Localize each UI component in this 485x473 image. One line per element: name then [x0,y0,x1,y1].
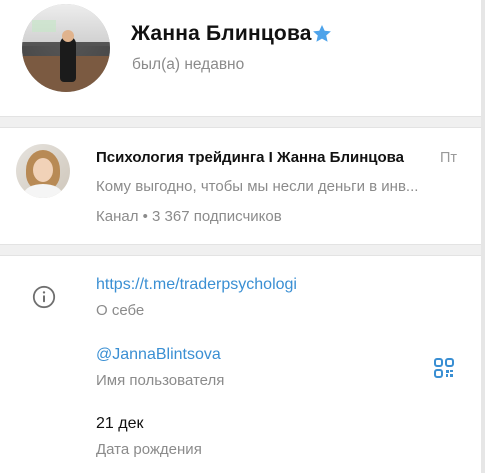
channel-last-post-day: Пт [440,150,458,166]
profile-header: Жанна Блинцова был(а) недавно [0,0,481,116]
scrollbar-track[interactable] [481,0,485,473]
bio-link[interactable]: https://t.me/traderpsychologi [96,276,297,294]
birthday-label: Дата рождения [96,441,202,458]
profile-avatar[interactable] [22,4,110,92]
last-seen-status: был(а) недавно [132,56,245,73]
channel-avatar[interactable] [16,144,70,198]
birthday-value: 21 дек [96,415,144,432]
info-icon [32,285,56,309]
section-divider [0,244,481,256]
verified-star-icon [313,25,331,42]
channel-subscribers: Канал • 3 367 подписчиков [96,208,282,225]
username-link[interactable]: @JannaBlintsova [96,346,221,364]
bio-label: О себе [96,302,145,319]
channel-title: Психология трейдинга I Жанна Блинцова [96,149,405,166]
personal-channel-card[interactable]: Психология трейдинга I Жанна Блинцова Пт… [0,128,481,244]
profile-info-section: https://t.me/traderpsychologi О себе @Ja… [0,256,481,473]
username-label: Имя пользователя [96,372,225,389]
qr-code-icon[interactable] [434,358,454,378]
section-divider [0,116,481,128]
channel-last-post-preview: Кому выгодно, чтобы мы несли деньги в ин… [96,178,419,195]
profile-name: Жанна Блинцова [131,22,312,45]
